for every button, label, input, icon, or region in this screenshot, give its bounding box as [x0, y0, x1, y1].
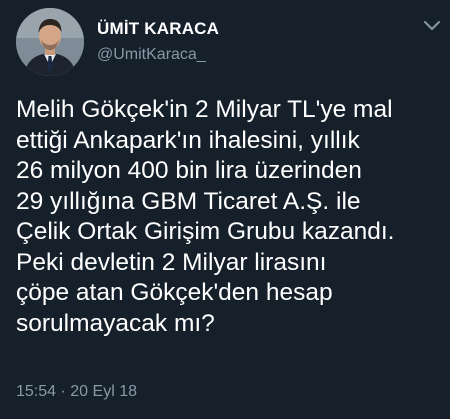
tweet-timestamp[interactable]: 15:54 · 20 Eyl 18 [16, 383, 137, 401]
tweet-text-line: çöpe atan Gökçek'den hesap [16, 279, 333, 306]
tweet-date: 20 Eyl 18 [70, 383, 137, 400]
avatar[interactable] [16, 8, 84, 76]
tweet-text-line: ettiği Ankapark'ın ihalesini, yıllık [16, 126, 360, 154]
tweet-card: ÜMİT KARACA @UmitKaraca_ Melih Gökçek'in… [0, 0, 450, 419]
tweet-text: Melih Gökçek'in 2 Milyar TL'ye mal ettiğ… [16, 95, 444, 339]
tweet-time: 15:54 [16, 383, 57, 400]
display-name[interactable]: ÜMİT KARACA [97, 19, 219, 39]
tweet-text-line: sorulmayacak mı? [16, 309, 215, 337]
avatar-photo [16, 8, 84, 76]
tweet-text-line: Peki devletin 2 Milyar lirasını [16, 248, 327, 276]
tweet-text-line: Melih Gökçek'in 2 Milyar TL'ye mal [16, 96, 393, 123]
tweet-text-line: Çelik Ortak Girişim Grubu kazandı. [16, 218, 395, 245]
user-handle[interactable]: @UmitKaraca_ [97, 46, 206, 64]
meta-separator: · [60, 383, 66, 400]
chevron-down-icon[interactable] [422, 18, 442, 34]
tweet-text-line: 26 milyon 400 bin lira üzerinden [16, 157, 362, 184]
tweet-text-line: 29 yıllığına GBM Ticaret A.Ş. ile [16, 187, 361, 215]
